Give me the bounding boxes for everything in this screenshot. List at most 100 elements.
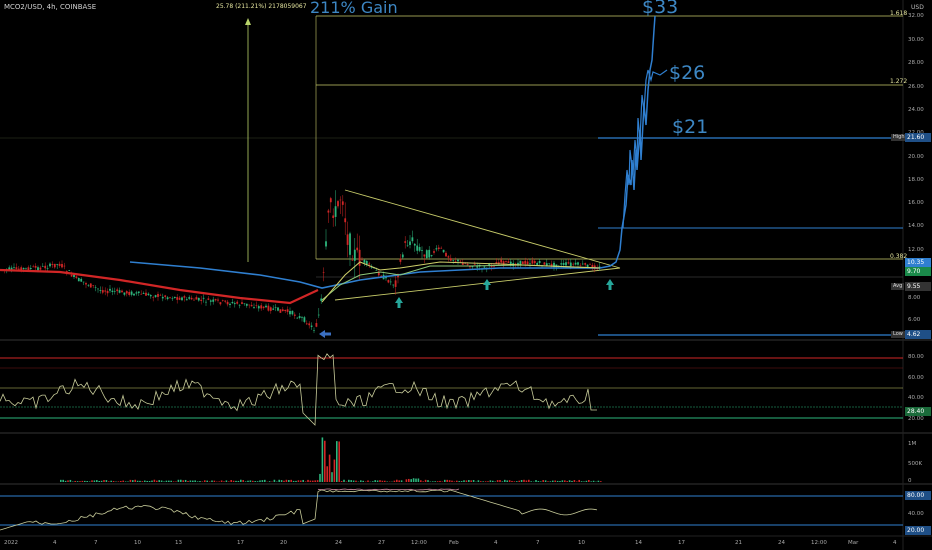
volume-bar — [405, 479, 408, 482]
volume-bar — [552, 480, 554, 482]
volume-bar — [468, 480, 470, 482]
target-26-annotation[interactable]: $26 — [669, 62, 705, 84]
candle-body — [260, 305, 263, 309]
candles-group[interactable] — [1, 190, 601, 334]
volume-bar — [590, 481, 592, 482]
candle-body — [68, 270, 71, 271]
candle-body — [308, 323, 311, 326]
candle-body — [495, 262, 498, 264]
volume-bar — [331, 472, 333, 482]
candle-body — [123, 292, 126, 295]
volume-bar — [384, 480, 386, 482]
volume-bar — [184, 479, 187, 482]
volume-bar — [240, 479, 242, 482]
candle-body — [135, 292, 138, 294]
candle-body — [442, 249, 445, 253]
volume-bar — [372, 481, 374, 482]
volume-bar — [528, 479, 530, 482]
projection-path-2[interactable] — [622, 69, 668, 229]
volume-bar — [588, 479, 590, 482]
candle-body — [349, 233, 351, 255]
volume-bars[interactable] — [60, 437, 602, 482]
volume-bar — [367, 480, 369, 482]
candle-body — [399, 258, 402, 262]
candle-body — [579, 265, 582, 267]
candle-body — [435, 248, 438, 250]
volume-bar — [302, 479, 304, 482]
volume-bar — [110, 480, 112, 482]
candle-body — [111, 290, 114, 293]
volume-bar — [360, 480, 362, 482]
volume-bar — [516, 481, 518, 482]
time-tick: 10 — [578, 540, 585, 546]
price-tick: 26.00 — [908, 84, 924, 90]
volume-bar — [427, 480, 429, 482]
time-tick: 2022 — [4, 540, 18, 546]
signal-arrow-left[interactable] — [319, 330, 331, 338]
volume-bar — [192, 480, 194, 482]
volume-bar — [108, 481, 110, 482]
projection-path[interactable] — [599, 15, 656, 269]
candle-body — [109, 288, 111, 291]
volume-bar — [336, 441, 338, 482]
triangle-upper-line[interactable] — [344, 189, 621, 269]
volume-bar — [374, 480, 376, 482]
candle-body — [202, 297, 205, 299]
signal-arrow-up[interactable] — [395, 297, 403, 308]
symbol-label[interactable]: MCO2/USD, 4h, COINBASE — [4, 3, 96, 11]
stoch-tick: 40.00 — [908, 511, 924, 517]
signal-arrow-up[interactable] — [483, 279, 491, 290]
volume-bar — [446, 479, 448, 482]
price-tick: 24.00 — [908, 107, 924, 113]
candle-body — [394, 280, 397, 287]
volume-bar — [208, 481, 211, 482]
candle-body — [365, 260, 368, 265]
chart-area[interactable]: MCO2/USD, 4h, COINBASE 25.78 (211.21%) 2… — [0, 0, 932, 550]
volume-bar — [487, 481, 489, 482]
time-tick: 10 — [134, 540, 141, 546]
volume-bar — [410, 479, 412, 482]
candle-body — [560, 263, 563, 265]
volume-bar — [153, 479, 156, 482]
high-price-box: 21.60 — [905, 133, 931, 142]
candle-body — [245, 303, 248, 306]
moving-average-red[interactable] — [0, 268, 319, 305]
volume-bar — [432, 481, 434, 482]
target-33-annotation[interactable]: $33 — [642, 0, 678, 18]
moving-average-blue[interactable] — [129, 261, 600, 289]
time-tick: 7 — [94, 540, 98, 546]
rsi-current-box: 28.40 — [905, 407, 931, 416]
candle-body — [248, 304, 251, 306]
volume-bar — [163, 481, 165, 482]
target-21-annotation[interactable]: $21 — [672, 116, 708, 138]
signal-arrow-up[interactable] — [606, 279, 614, 290]
candle-body — [149, 295, 152, 297]
candle-body — [37, 267, 39, 271]
volume-bar — [482, 481, 484, 482]
volume-bar — [477, 480, 480, 482]
volume-bar — [511, 480, 513, 482]
rsi-line[interactable] — [0, 353, 597, 426]
volume-bar — [343, 479, 345, 482]
volume-bar — [465, 480, 468, 482]
candle-body — [39, 267, 42, 270]
volume-bar — [324, 440, 326, 482]
volume-bar — [415, 478, 417, 482]
candle-body — [531, 260, 534, 264]
volume-bar — [381, 480, 384, 482]
candle-body — [166, 297, 169, 300]
avg-price-box: 9.55 — [905, 282, 931, 291]
candle-body — [157, 293, 159, 297]
price-chart-canvas[interactable] — [0, 0, 932, 550]
stoch-signal-line[interactable] — [317, 488, 460, 491]
candle-body — [197, 297, 200, 301]
low-price-box: 4.62 — [905, 330, 931, 339]
gain-annotation[interactable]: 211% Gain — [310, 0, 398, 17]
candle-body — [483, 266, 486, 268]
volume-bar — [91, 480, 93, 482]
time-tick: 14 — [635, 540, 642, 546]
volume-bar — [434, 481, 436, 482]
volume-bar — [520, 479, 523, 482]
candle-body — [32, 266, 35, 268]
candle-body — [353, 249, 356, 261]
